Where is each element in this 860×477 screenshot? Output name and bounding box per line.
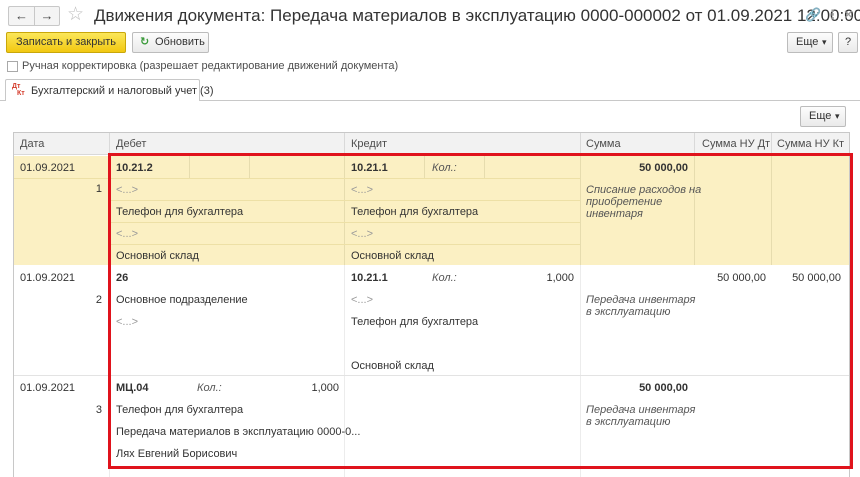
col-credit[interactable]: Кредит — [351, 138, 387, 151]
row-date: 01.09.2021 — [20, 382, 76, 394]
back-arrow-icon[interactable]: ← — [8, 6, 34, 26]
row-number: 3 — [95, 404, 102, 416]
row-number: 1 — [95, 183, 102, 195]
col-nu-dt[interactable]: Сумма НУ Дт — [702, 138, 770, 151]
table-more-label: Еще — [809, 110, 832, 122]
forward-arrow-icon[interactable]: → — [34, 6, 60, 26]
favorite-star-icon[interactable]: ☆ — [67, 4, 84, 26]
table-more-button[interactable]: Еще ▾ — [800, 106, 846, 127]
more-menu-icon[interactable]: ⋮ — [826, 8, 839, 22]
col-amount[interactable]: Сумма — [586, 138, 621, 151]
tab-accounting-label: Бухгалтерский и налоговый учет (3) — [31, 85, 214, 97]
help-button[interactable]: ? — [838, 32, 858, 53]
manual-edit-label: Ручная корректировка (разрешает редактир… — [22, 60, 399, 72]
title-bar: ← → ☆ Движения документа: Передача матер… — [0, 0, 860, 32]
col-nu-kt[interactable]: Сумма НУ Кт — [777, 138, 844, 151]
table-header: Дата Дебет Кредит Сумма Сумма НУ Дт Сумм… — [14, 133, 849, 155]
debit-credit-icon: Дт Кт — [12, 83, 25, 97]
save-and-close-button[interactable]: Записать и закрыть — [6, 32, 126, 53]
col-debit[interactable]: Дебет — [116, 138, 146, 151]
refresh-button[interactable]: ↻ Обновить — [132, 32, 209, 53]
chevron-down-icon: ▾ — [822, 37, 827, 47]
chevron-down-icon: ▾ — [835, 111, 840, 121]
row-date: 01.09.2021 — [20, 162, 76, 174]
more-label: Еще — [796, 36, 819, 48]
col-date[interactable]: Дата — [20, 138, 44, 151]
more-button[interactable]: Еще ▾ — [787, 32, 833, 53]
link-icon[interactable]: 🔗 — [805, 8, 821, 22]
refresh-label: Обновить — [155, 36, 205, 48]
close-icon[interactable]: ✕ — [843, 8, 854, 22]
refresh-icon: ↻ — [140, 36, 150, 48]
tab-accounting[interactable]: Дт Кт Бухгалтерский и налоговый учет (3) — [5, 79, 214, 101]
manual-edit-checkbox[interactable] — [7, 61, 18, 72]
highlight-frame — [108, 153, 853, 469]
row-number: 2 — [95, 294, 102, 306]
row-date: 01.09.2021 — [20, 272, 76, 284]
page-title: Движения документа: Передача материалов … — [94, 6, 860, 25]
